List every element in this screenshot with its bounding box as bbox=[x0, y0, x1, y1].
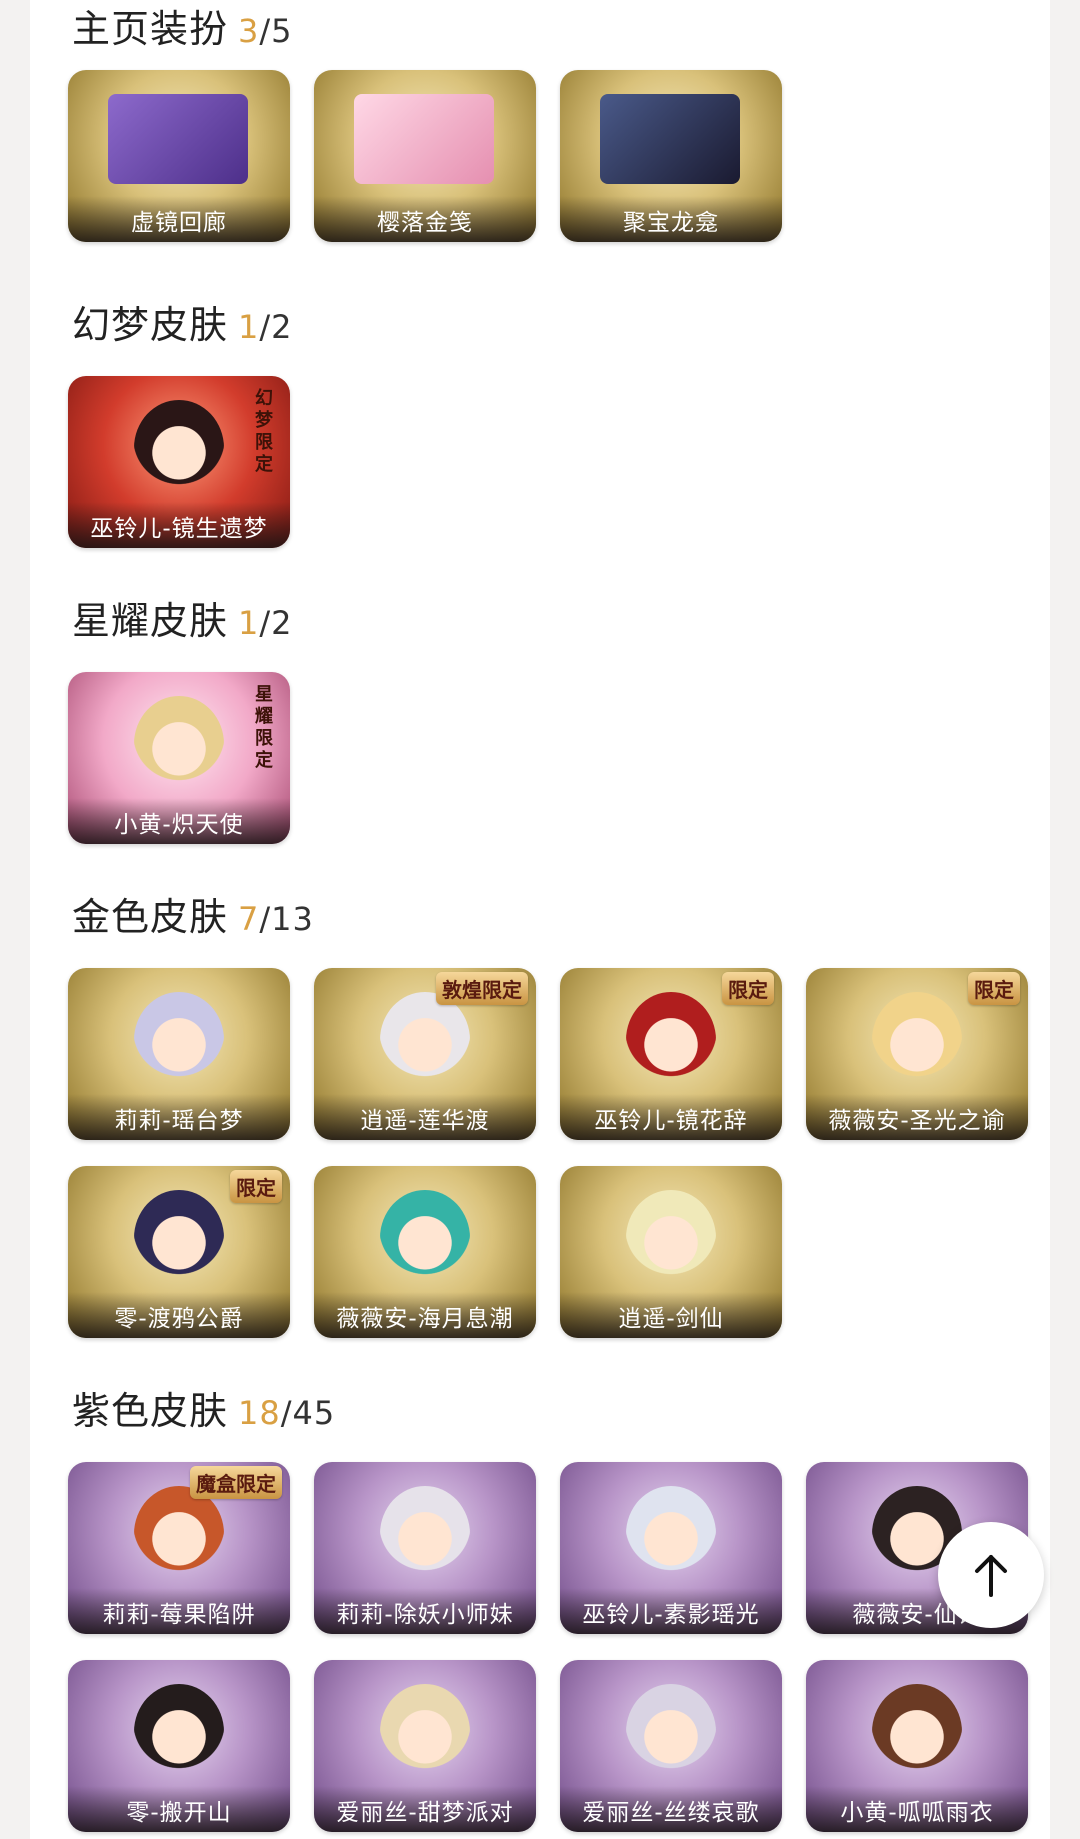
item-label: 薇薇安-海月息潮 bbox=[314, 1292, 536, 1338]
section-title: 星耀皮肤 1/2 bbox=[72, 599, 293, 643]
limited-badge: 魔盒限定 bbox=[190, 1466, 282, 1499]
character-portrait bbox=[626, 992, 716, 1088]
item-card[interactable]: 爱丽丝-甜梦派对 bbox=[314, 1660, 536, 1832]
character-portrait bbox=[626, 1190, 716, 1286]
character-portrait bbox=[380, 992, 470, 1088]
item-card[interactable]: 爱丽丝-丝缕哀歌 bbox=[560, 1660, 782, 1832]
section-title: 金色皮肤 7/13 bbox=[72, 895, 314, 939]
item-card[interactable]: 星耀限定 小黄-炽天使 bbox=[68, 672, 290, 844]
item-label: 薇薇安-圣光之谕 bbox=[806, 1094, 1028, 1140]
item-label: 莉莉-莓果陷阱 bbox=[68, 1588, 290, 1634]
item-card[interactable]: 小黄-呱呱雨衣 bbox=[806, 1660, 1028, 1832]
item-label: 莉莉-除妖小师妹 bbox=[314, 1588, 536, 1634]
item-card[interactable]: 巫铃儿-素影瑶光 bbox=[560, 1462, 782, 1634]
character-portrait bbox=[872, 992, 962, 1088]
character-portrait bbox=[134, 400, 224, 496]
item-card[interactable]: 樱落金笺 bbox=[314, 70, 536, 242]
item-card[interactable]: 薇薇安-海月息潮 bbox=[314, 1166, 536, 1338]
decor-thumbnail bbox=[600, 94, 740, 184]
item-card[interactable]: 逍遥-剑仙 bbox=[560, 1166, 782, 1338]
limited-badge: 限定 bbox=[230, 1170, 282, 1203]
character-portrait bbox=[380, 1190, 470, 1286]
character-portrait bbox=[872, 1684, 962, 1780]
decor-thumbnail bbox=[354, 94, 494, 184]
item-label: 逍遥-剑仙 bbox=[560, 1292, 782, 1338]
item-label: 樱落金笺 bbox=[314, 196, 536, 242]
item-label: 爱丽丝-丝缕哀歌 bbox=[560, 1786, 782, 1832]
item-label: 爱丽丝-甜梦派对 bbox=[314, 1786, 536, 1832]
item-card[interactable]: 虚镜回廊 bbox=[68, 70, 290, 242]
section-title: 幻梦皮肤 1/2 bbox=[72, 303, 293, 347]
item-label: 零-搬开山 bbox=[68, 1786, 290, 1832]
arrow-up-icon bbox=[975, 1555, 1007, 1597]
character-portrait bbox=[134, 1684, 224, 1780]
item-label: 逍遥-莲华渡 bbox=[314, 1094, 536, 1140]
character-portrait bbox=[134, 992, 224, 1088]
item-card[interactable]: 敦煌限定 逍遥-莲华渡 bbox=[314, 968, 536, 1140]
item-label: 虚镜回廊 bbox=[68, 196, 290, 242]
scroll-to-top-button[interactable] bbox=[938, 1522, 1044, 1628]
item-label: 聚宝龙龛 bbox=[560, 196, 782, 242]
character-portrait bbox=[380, 1486, 470, 1582]
decor-thumbnail bbox=[108, 94, 248, 184]
item-card[interactable]: 限定 巫铃儿-镜花辞 bbox=[560, 968, 782, 1140]
limited-badge: 限定 bbox=[968, 972, 1020, 1005]
collection-panel: 主页装扮 3/5 虚镜回廊 樱落金笺 聚宝龙龛 幻梦皮肤 1/2 幻梦限定 巫铃儿-… bbox=[30, 0, 1050, 1839]
character-portrait bbox=[134, 1486, 224, 1582]
character-portrait bbox=[134, 696, 224, 792]
item-card[interactable]: 莉莉-瑶台梦 bbox=[68, 968, 290, 1140]
item-card[interactable]: 聚宝龙龛 bbox=[560, 70, 782, 242]
item-card[interactable]: 幻梦限定 巫铃儿-镜生遗梦 bbox=[68, 376, 290, 548]
item-label: 巫铃儿-镜花辞 bbox=[560, 1094, 782, 1140]
section-title: 紫色皮肤 18/45 bbox=[72, 1389, 336, 1433]
item-label: 巫铃儿-素影瑶光 bbox=[560, 1588, 782, 1634]
item-card[interactable]: 魔盒限定 莉莉-莓果陷阱 bbox=[68, 1462, 290, 1634]
character-portrait bbox=[626, 1684, 716, 1780]
item-label: 小黄-呱呱雨衣 bbox=[806, 1786, 1028, 1832]
limited-badge: 敦煌限定 bbox=[436, 972, 528, 1005]
item-label: 莉莉-瑶台梦 bbox=[68, 1094, 290, 1140]
limited-badge: 幻梦限定 bbox=[255, 388, 273, 475]
item-label: 零-渡鸦公爵 bbox=[68, 1292, 290, 1338]
item-label: 小黄-炽天使 bbox=[68, 798, 290, 844]
character-portrait bbox=[380, 1684, 470, 1780]
item-label: 巫铃儿-镜生遗梦 bbox=[68, 502, 290, 548]
character-portrait bbox=[626, 1486, 716, 1582]
limited-badge: 限定 bbox=[722, 972, 774, 1005]
item-card[interactable]: 限定 零-渡鸦公爵 bbox=[68, 1166, 290, 1338]
character-portrait bbox=[134, 1190, 224, 1286]
item-card[interactable]: 莉莉-除妖小师妹 bbox=[314, 1462, 536, 1634]
item-card[interactable]: 限定 薇薇安-圣光之谕 bbox=[806, 968, 1028, 1140]
item-card[interactable]: 零-搬开山 bbox=[68, 1660, 290, 1832]
limited-badge: 星耀限定 bbox=[255, 684, 273, 771]
section-title: 主页装扮 3/5 bbox=[72, 7, 293, 51]
